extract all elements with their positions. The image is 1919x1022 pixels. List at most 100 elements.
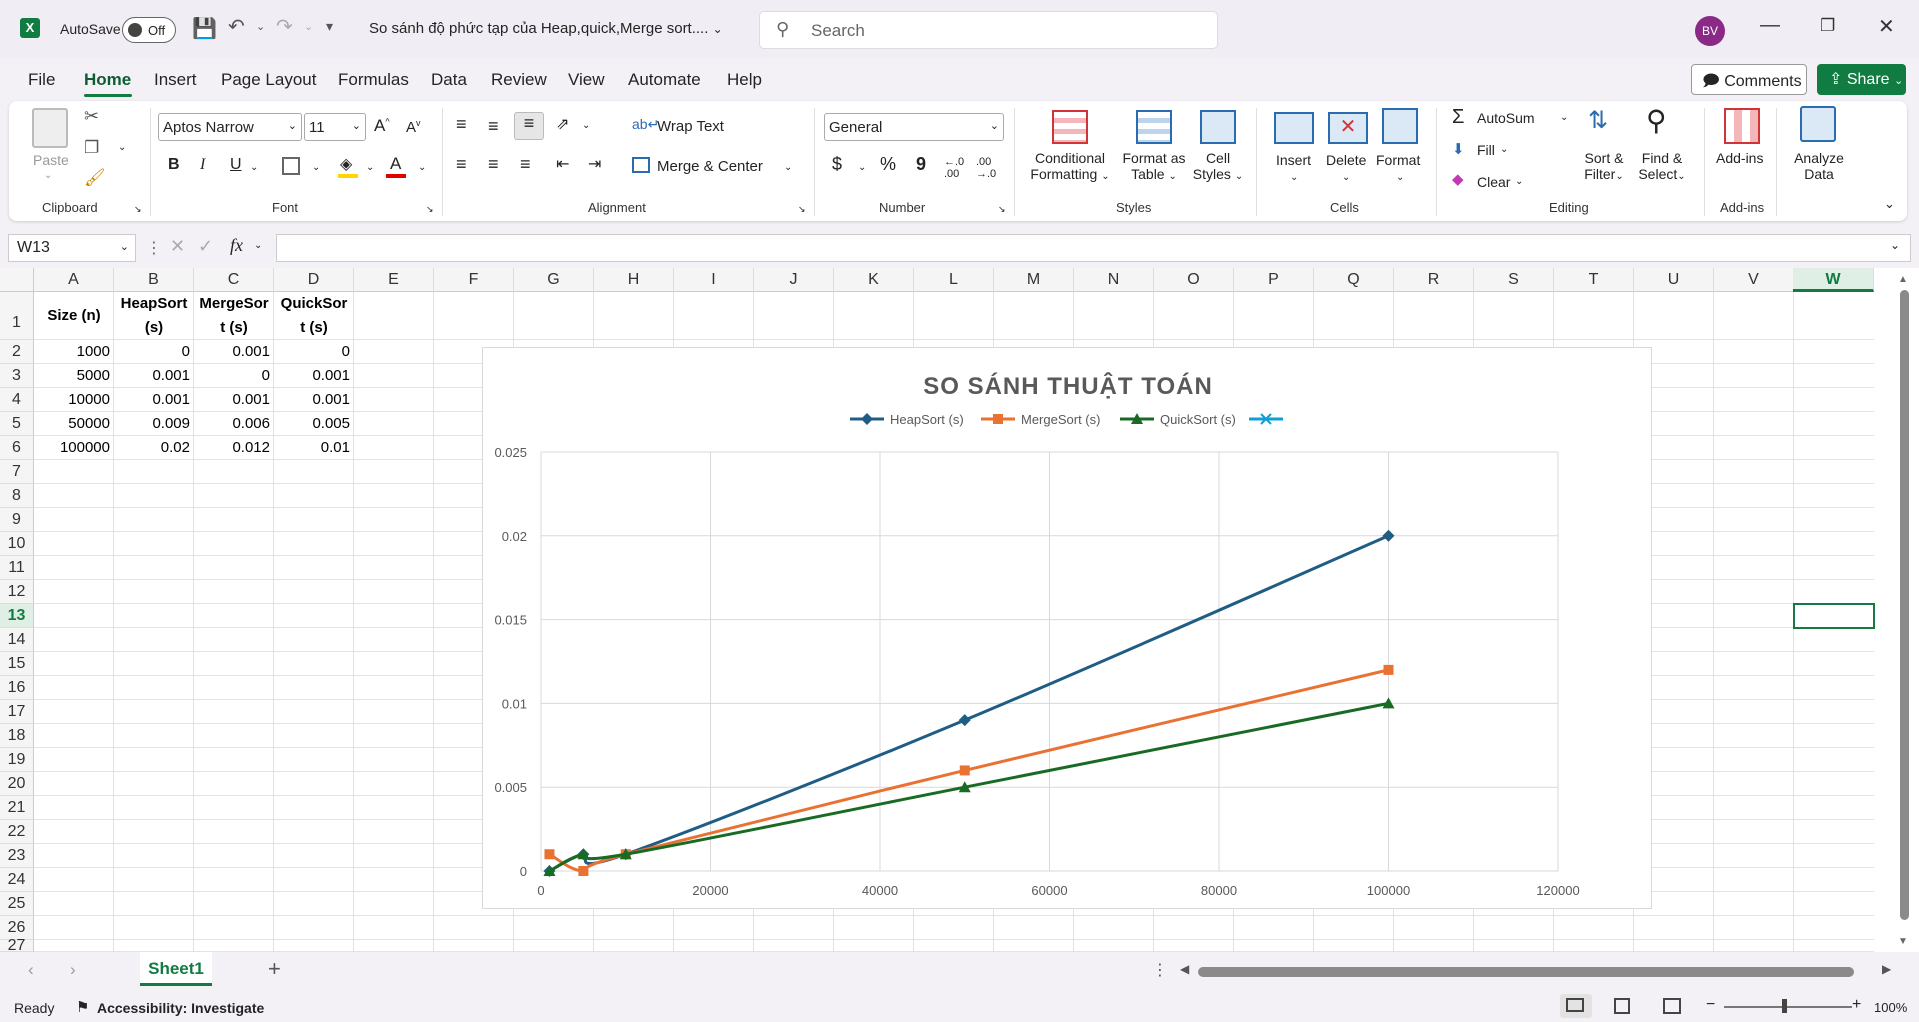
scroll-down-icon[interactable]: ▼ <box>1898 936 1908 947</box>
column-header-w[interactable]: W <box>1793 268 1874 292</box>
tab-home[interactable]: Home <box>84 70 131 90</box>
close-icon[interactable]: ✕ <box>1878 14 1895 39</box>
row-header-13[interactable]: 13 <box>0 604 34 628</box>
column-header-c[interactable]: C <box>194 268 274 292</box>
dialog-launcher-icon[interactable]: ↘ <box>426 204 434 215</box>
currency-button[interactable]: $ <box>832 154 842 175</box>
dialog-launcher-icon[interactable]: ↘ <box>998 204 1006 215</box>
tab-page-layout[interactable]: Page Layout <box>221 70 316 90</box>
merge-dropdown-icon[interactable]: ⌄ <box>784 162 792 173</box>
column-header-d[interactable]: D <box>274 268 354 292</box>
name-box[interactable]: W13 ⌄ <box>8 234 136 262</box>
align-left-icon[interactable]: ≡ <box>456 154 467 175</box>
align-top-icon[interactable]: ≡ <box>456 114 467 135</box>
scroll-up-icon[interactable]: ▲ <box>1898 274 1908 285</box>
minimize-icon[interactable]: — <box>1760 14 1780 37</box>
format-cells-button[interactable]: Format <box>1376 152 1420 168</box>
dialog-launcher-icon[interactable]: ↘ <box>798 204 806 215</box>
fill-color-icon[interactable]: ◈ <box>340 154 352 174</box>
select-all-button[interactable] <box>0 268 34 292</box>
borders-icon[interactable] <box>282 157 300 175</box>
column-header-n[interactable]: N <box>1074 268 1154 292</box>
fill-dropdown-icon[interactable]: ⌄ <box>1500 144 1508 155</box>
cell-c4[interactable]: 0.001 <box>194 391 270 408</box>
column-header-l[interactable]: L <box>914 268 994 292</box>
clear-dropdown-icon[interactable]: ⌄ <box>1515 176 1523 187</box>
insert-dropdown-icon[interactable]: ⌄ <box>1290 172 1298 183</box>
increase-font-size-icon[interactable]: A^ <box>374 116 390 136</box>
cell-c1-line2[interactable]: t (s) <box>194 316 274 340</box>
insert-cells-button[interactable]: Insert <box>1276 152 1311 168</box>
row-header-7[interactable]: 7 <box>0 460 34 484</box>
number-format-select[interactable]: General ⌄ <box>824 113 1004 141</box>
column-header-e[interactable]: E <box>354 268 434 292</box>
save-icon[interactable]: 💾 <box>192 16 217 41</box>
cell-a1[interactable]: Size (n) <box>34 304 114 328</box>
paste-button[interactable]: Paste <box>33 152 69 168</box>
underline-dropdown-icon[interactable]: ⌄ <box>250 162 258 173</box>
orientation-dropdown-icon[interactable]: ⌄ <box>582 120 590 131</box>
row-header-24[interactable]: 24 <box>0 868 34 892</box>
autosave-toggle[interactable]: Off <box>122 17 176 43</box>
cell-b1-line2[interactable]: (s) <box>114 316 194 340</box>
row-header-25[interactable]: 25 <box>0 892 34 916</box>
cell-d2[interactable]: 0 <box>274 343 350 360</box>
decrease-decimal-icon[interactable]: .00 →.0 <box>976 156 996 180</box>
prev-sheet-icon[interactable]: ‹ <box>28 960 34 980</box>
tab-formulas[interactable]: Formulas <box>338 70 409 90</box>
cell-c5[interactable]: 0.006 <box>194 415 270 432</box>
cell-a4[interactable]: 10000 <box>34 391 110 408</box>
function-dropdown-icon[interactable]: ⌄ <box>254 240 262 251</box>
column-header-a[interactable]: A <box>34 268 114 292</box>
cell-b5[interactable]: 0.009 <box>114 415 190 432</box>
vertical-scrollbar-thumb[interactable] <box>1900 290 1909 920</box>
scroll-right-icon[interactable]: ▶ <box>1882 962 1891 976</box>
column-header-m[interactable]: M <box>994 268 1074 292</box>
add-sheet-button[interactable]: + <box>268 956 281 982</box>
share-button[interactable]: ⇪ Share ⌄ <box>1817 64 1906 95</box>
cell-styles-button[interactable]: Cell Styles ⌄ <box>1190 150 1246 182</box>
orientation-icon[interactable]: ⇗ <box>556 114 569 134</box>
align-bottom-button[interactable]: ≡ <box>514 112 544 140</box>
row-header-16[interactable]: 16 <box>0 676 34 700</box>
expand-formula-bar-icon[interactable]: ⌄ <box>1890 238 1900 252</box>
cell-b2[interactable]: 0 <box>114 343 190 360</box>
column-header-f[interactable]: F <box>434 268 514 292</box>
currency-dropdown-icon[interactable]: ⌄ <box>858 162 866 173</box>
comments-button[interactable]: 🗩 Comments <box>1691 64 1807 95</box>
column-header-h[interactable]: H <box>594 268 674 292</box>
font-name-select[interactable]: Aptos Narrow ⌄ <box>158 113 302 141</box>
percent-button[interactable]: % <box>880 154 896 175</box>
cell-a6[interactable]: 100000 <box>34 439 110 456</box>
avatar[interactable]: BV <box>1695 16 1725 46</box>
zoom-slider-thumb[interactable] <box>1782 999 1787 1013</box>
row-header-12[interactable]: 12 <box>0 580 34 604</box>
row-header-11[interactable]: 11 <box>0 556 34 580</box>
cell-a5[interactable]: 50000 <box>34 415 110 432</box>
decrease-font-size-icon[interactable]: Av <box>406 118 421 136</box>
font-color-icon[interactable]: A <box>390 154 401 174</box>
tab-insert[interactable]: Insert <box>154 70 197 90</box>
customize-toolbar-icon[interactable]: ▾ <box>326 18 333 35</box>
tab-view[interactable]: View <box>568 70 605 90</box>
column-header-s[interactable]: S <box>1474 268 1554 292</box>
document-title[interactable]: So sánh độ phức tạp của Heap,quick,Merge… <box>369 20 723 37</box>
restore-icon[interactable]: ❐ <box>1820 16 1835 36</box>
tab-file[interactable]: File <box>28 70 55 90</box>
selected-cell[interactable] <box>1793 603 1875 629</box>
undo-dropdown-icon[interactable]: ⌄ <box>256 20 265 33</box>
accessibility-status[interactable]: Accessibility: Investigate <box>97 1000 264 1016</box>
column-header-o[interactable]: O <box>1154 268 1234 292</box>
decrease-indent-icon[interactable]: ⇤ <box>556 154 569 174</box>
row-header-4[interactable]: 4 <box>0 388 34 412</box>
page-layout-view-icon[interactable] <box>1614 998 1630 1014</box>
underline-button[interactable]: U <box>230 156 242 174</box>
zoom-out-icon[interactable]: − <box>1706 996 1715 1014</box>
undo-icon[interactable]: ↶ <box>228 14 245 39</box>
autosum-button[interactable]: AutoSum <box>1477 110 1535 126</box>
analyze-data-button[interactable]: Analyze Data <box>1790 150 1848 182</box>
tab-review[interactable]: Review <box>491 70 547 90</box>
wrap-text-button[interactable]: Wrap Text <box>657 118 724 135</box>
bold-button[interactable]: B <box>168 156 180 174</box>
find-select-button[interactable]: Find & Select⌄ <box>1634 150 1690 182</box>
